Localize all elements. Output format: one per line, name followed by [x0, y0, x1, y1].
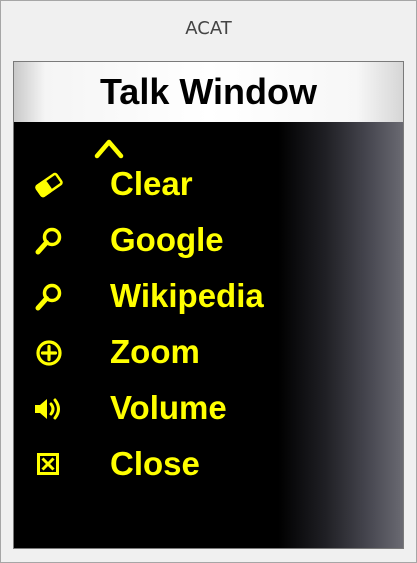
menu-item-volume[interactable]: Volume — [14, 382, 394, 438]
speaker-icon — [32, 392, 66, 426]
panel-title-bar: Talk Window — [14, 62, 403, 122]
menu-list: Clear Google Wikipedia Zoom Volume Close — [14, 122, 403, 548]
close-box-icon — [32, 448, 66, 482]
acat-window: ACAT Talk Window Clear Google Wikipedia … — [0, 0, 417, 563]
eraser-icon — [32, 168, 66, 202]
menu-item-label: Close — [110, 445, 200, 482]
menu-item-label: Google — [110, 221, 224, 258]
menu-item-close[interactable]: Close — [14, 438, 394, 494]
talk-window-panel: Talk Window Clear Google Wikipedia Zoom … — [13, 61, 404, 549]
menu-item-google[interactable]: Google — [14, 214, 394, 270]
search-icon — [32, 224, 66, 258]
menu-item-wikipedia[interactable]: Wikipedia — [14, 270, 394, 326]
zoom-plus-icon — [32, 336, 66, 370]
menu-item-clear[interactable]: Clear — [14, 158, 394, 214]
window-title: ACAT — [185, 18, 232, 39]
menu-item-label: Zoom — [110, 333, 200, 370]
window-titlebar[interactable]: ACAT — [1, 1, 416, 56]
search-icon — [32, 280, 66, 314]
menu-item-label: Wikipedia — [110, 277, 264, 314]
menu-item-zoom[interactable]: Zoom — [14, 326, 394, 382]
menu-item-label: Clear — [110, 165, 193, 202]
panel-title: Talk Window — [99, 71, 317, 112]
menu-item-label: Volume — [110, 389, 227, 426]
